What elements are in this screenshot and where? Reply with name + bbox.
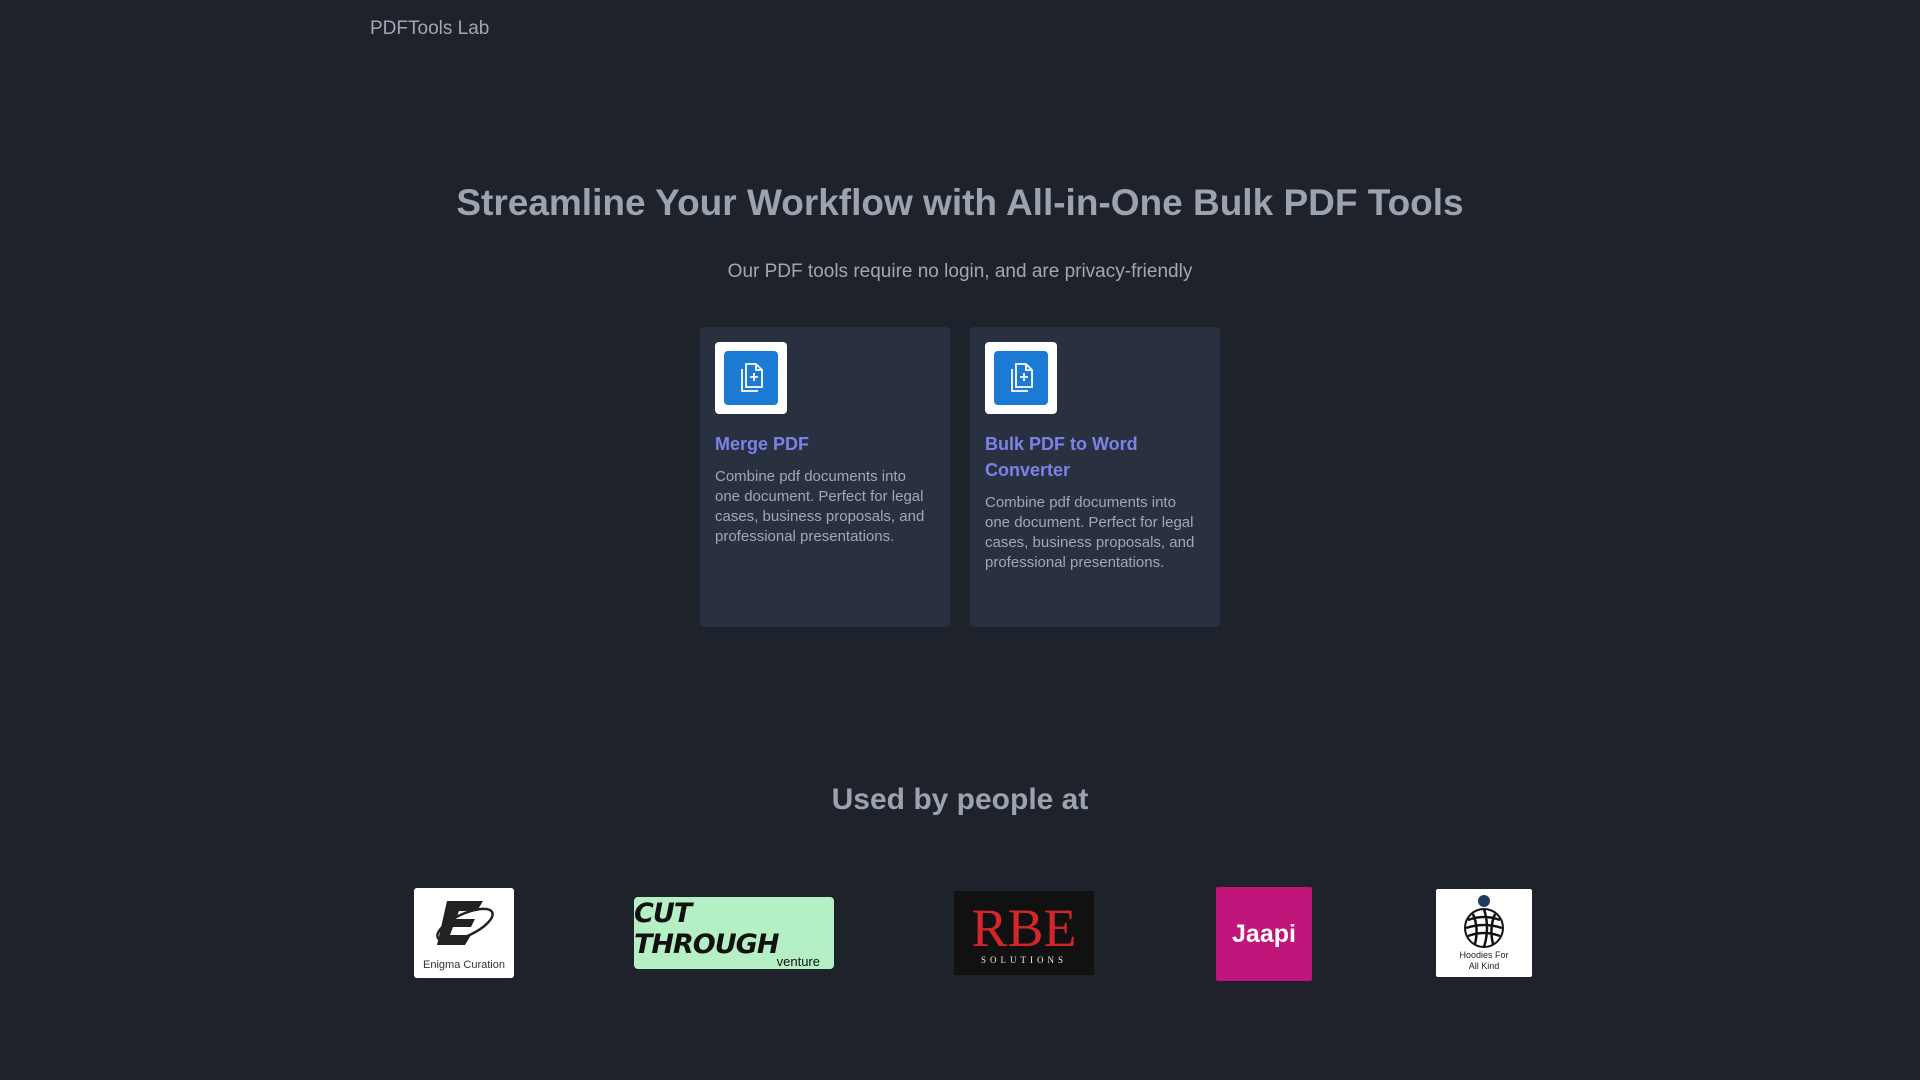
jaapi-logo: Jaapi (1216, 887, 1312, 981)
tool-card-merge-pdf[interactable]: Merge PDF Combine pdf documents into one… (700, 327, 950, 627)
logo-wordmark: CUT THROUGH (634, 897, 779, 960)
enigma-curation-logo: Enigma Curation (414, 888, 514, 978)
logo-caption: Hoodies For (1459, 950, 1509, 960)
brand-logo-link[interactable]: PDFTools Lab (370, 18, 489, 40)
enigma-mark-icon (436, 901, 494, 945)
hero-title: Streamline Your Workflow with All-in-One… (456, 182, 1464, 223)
rbe-solutions-logo: RBE SOLUTIONS (954, 891, 1094, 975)
tool-title[interactable]: Bulk PDF to Word Converter (985, 431, 1205, 483)
tool-cards: Merge PDF Combine pdf documents into one… (700, 327, 1220, 627)
logo-wordmark: Jaapi (1232, 919, 1296, 948)
file-add-icon (994, 351, 1048, 405)
tool-title[interactable]: Merge PDF (715, 431, 935, 457)
tool-description: Combine pdf documents into one document.… (985, 494, 1195, 571)
logo-subtext: venture (776, 953, 820, 969)
tool-icon-frame (985, 342, 1057, 414)
yarn-ball-icon (1464, 895, 1504, 948)
hero-subtitle: Our PDF tools require no login, and are … (727, 261, 1193, 282)
customers-heading: Used by people at (831, 783, 1089, 816)
cut-through-venture-logo: CUT THROUGH venture (634, 897, 834, 969)
logo-caption: All Kind (1468, 961, 1500, 971)
file-add-icon (724, 351, 778, 405)
logo-caption: Enigma Curation (423, 959, 505, 971)
logo-subtext: SOLUTIONS (980, 955, 1067, 965)
logo-wordmark: RBE (971, 898, 1077, 958)
tool-description: Combine pdf documents into one document.… (715, 468, 925, 545)
tool-card-pdf-to-word[interactable]: Bulk PDF to Word Converter Combine pdf d… (970, 327, 1220, 627)
tool-icon-frame (715, 342, 787, 414)
hoodies-for-all-kind-logo: Hoodies For All Kind (1436, 889, 1532, 977)
